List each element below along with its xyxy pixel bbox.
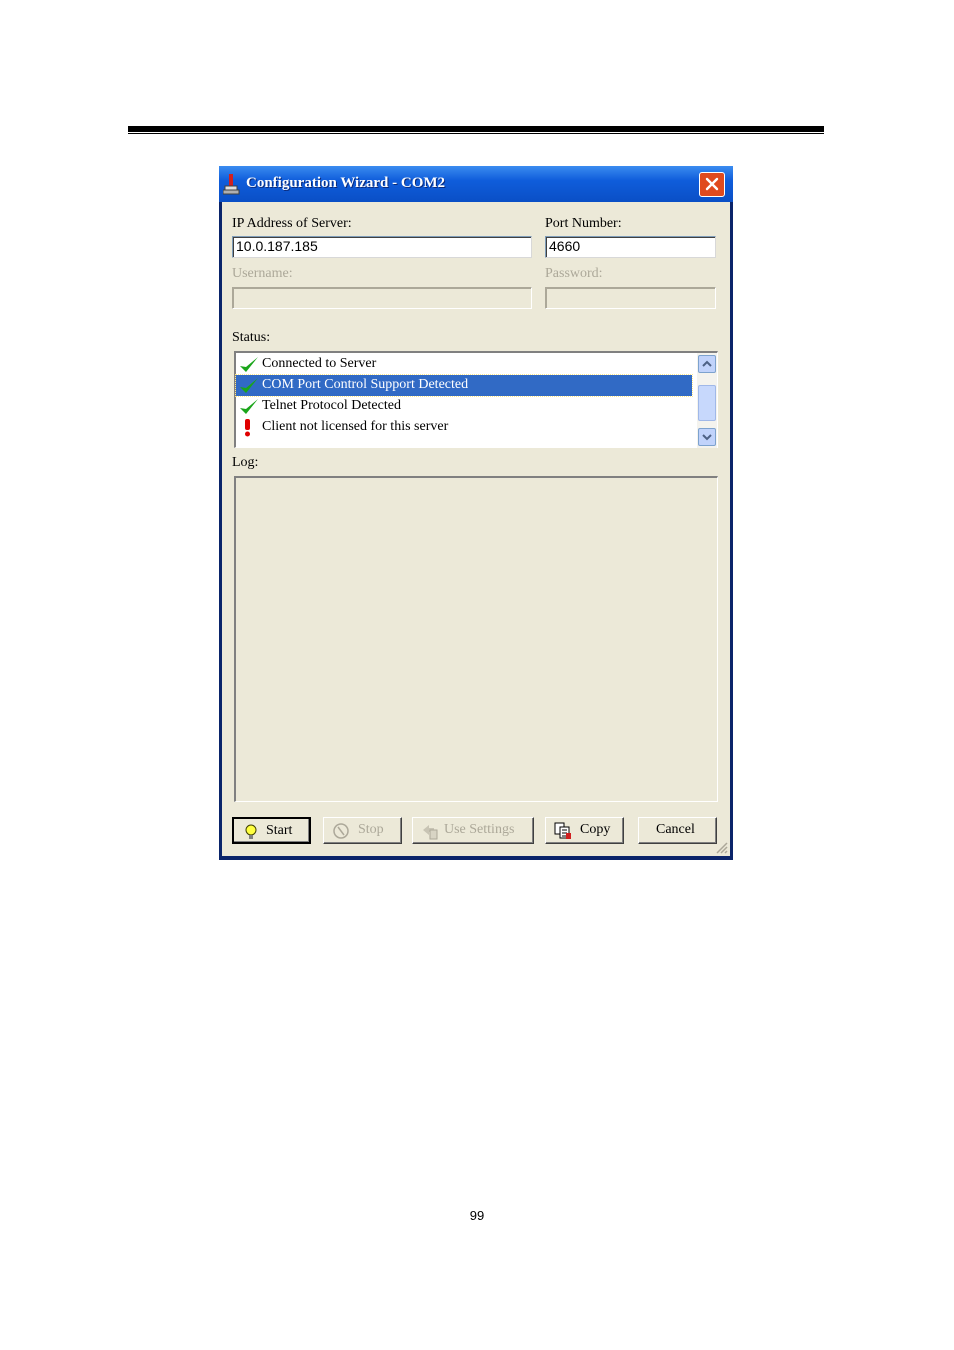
status-item-text: COM Port Control Support Detected [262,377,469,392]
start-button-label: Start [266,823,293,838]
password-input [545,287,716,309]
configuration-wizard-window: Configuration Wizard - COM2 IP Address o… [219,166,733,860]
password-label: Password: [545,266,603,281]
check-icon [240,357,258,372]
window-title: Configuration Wizard - COM2 [246,175,446,191]
scroll-up-button[interactable] [698,355,716,373]
port-number-label: Port Number: [545,216,622,231]
lightbulb-icon [245,824,257,839]
page-number: 99 [469,1208,485,1223]
status-item[interactable]: Client not licensed for this server [236,417,692,438]
username-input [232,287,532,309]
status-item[interactable]: Telnet Protocol Detected [236,396,692,417]
status-item[interactable]: COM Port Control Support Detected [235,374,693,397]
copy-icon [554,822,571,839]
stop-button-label: Stop [358,822,384,837]
start-button[interactable]: Start [232,817,311,844]
close-icon [705,177,719,191]
port-number-input[interactable]: 4660 [545,236,716,258]
chevron-down-icon [702,434,712,441]
stop-icon [333,823,349,839]
check-icon [240,399,258,414]
copy-button[interactable]: Copy [545,817,624,844]
ip-address-label: IP Address of Server: [232,216,352,231]
header-rule [128,126,824,132]
stop-button[interactable]: Stop [323,817,402,844]
dialog-client-area: IP Address of Server: 10.0.187.185 Port … [222,202,730,856]
resize-grip-icon[interactable] [714,840,728,854]
ip-address-input[interactable]: 10.0.187.185 [232,236,532,258]
use-settings-button-label: Use Settings [444,822,515,837]
copy-button-label: Copy [580,822,611,837]
use-settings-button[interactable]: Use Settings [412,817,534,844]
scroll-down-button[interactable] [698,428,716,446]
username-label: Username: [232,266,293,281]
log-label: Log: [232,455,259,470]
status-label: Status: [232,330,271,345]
status-item-text: Client not licensed for this server [262,419,449,434]
status-item[interactable]: Connected to Server [236,354,692,375]
log-area[interactable] [234,476,718,802]
chevron-up-icon [702,360,712,367]
status-scrollbar[interactable] [697,353,717,448]
exclamation-icon [245,419,250,437]
header-rule-thin [128,133,824,134]
status-item-text: Telnet Protocol Detected [262,398,401,413]
title-bar[interactable]: Configuration Wizard - COM2 [219,166,733,202]
scroll-thumb[interactable] [698,385,716,421]
status-item-text: Connected to Server [262,356,377,371]
close-button[interactable] [699,172,725,197]
cancel-button[interactable]: Cancel [638,817,717,844]
app-icon [223,174,240,195]
cancel-button-label: Cancel [656,822,695,837]
apply-settings-icon [423,825,438,840]
status-list[interactable]: Connected to Server COM Port Control Sup… [234,351,718,448]
check-icon [240,378,258,393]
